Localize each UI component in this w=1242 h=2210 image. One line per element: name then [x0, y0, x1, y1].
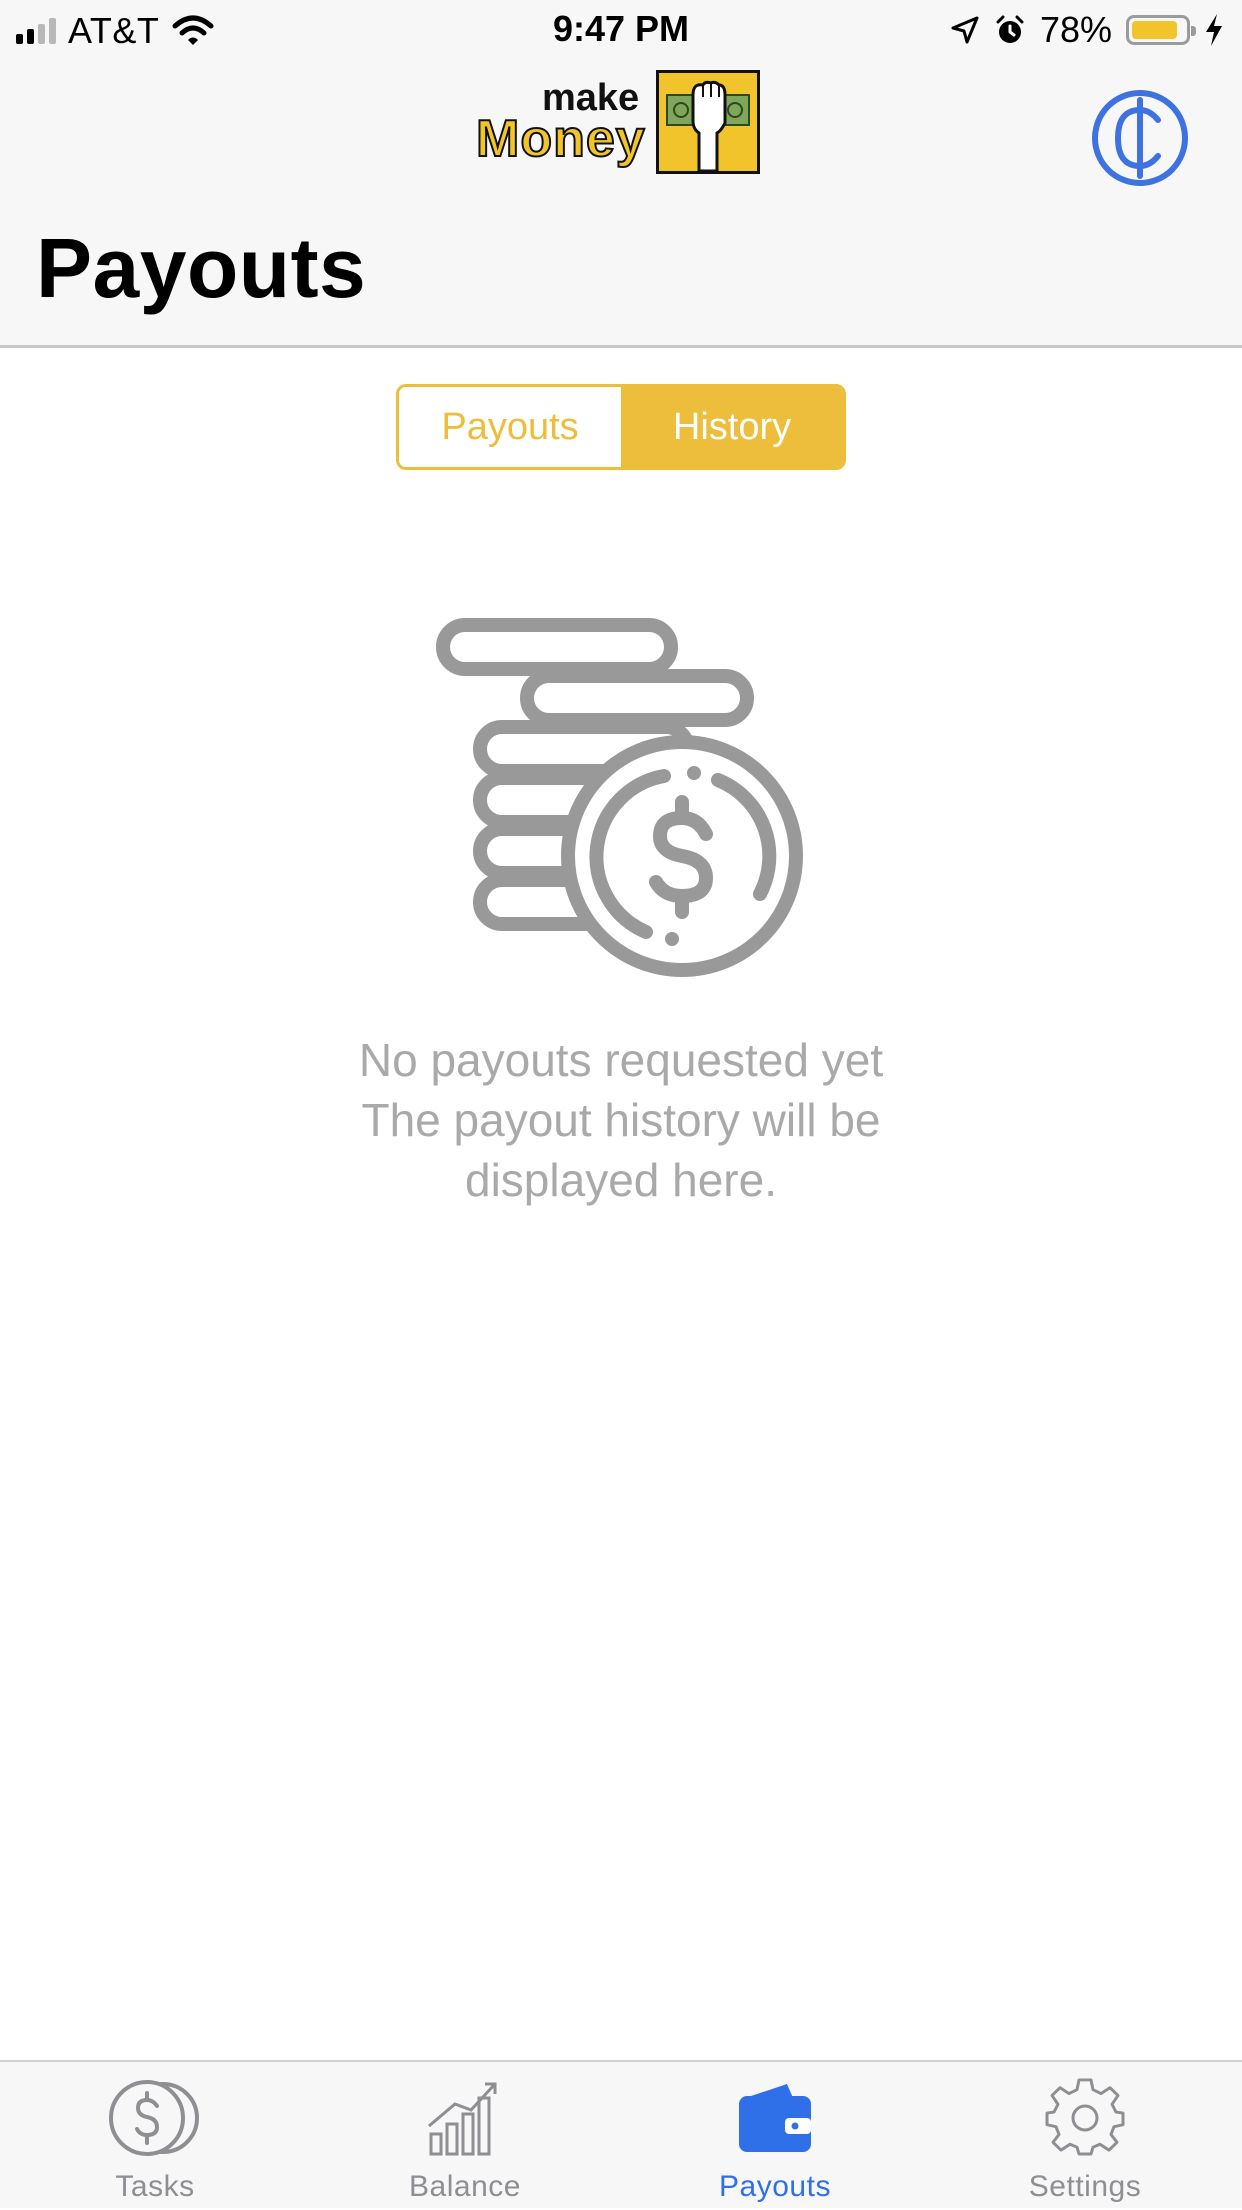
tab-label-payouts: Payouts	[719, 2170, 831, 2203]
bar-chart-icon	[428, 2082, 497, 2156]
page-title: Payouts	[36, 221, 367, 315]
payouts-history-segmented-control: Payouts History	[396, 384, 846, 470]
tab-label-balance: Balance	[409, 2170, 521, 2203]
battery-fill	[1132, 21, 1178, 39]
empty-state-subtitle-line1: The payout history will be	[361, 1094, 881, 1146]
logo-text-money: Money	[475, 109, 646, 169]
coin-stack-icon	[436, 618, 803, 977]
empty-state-message: No payouts requested yet The payout hist…	[221, 1030, 1021, 1210]
make-money-logo: make Money	[475, 65, 766, 175]
alarm-icon	[996, 15, 1024, 43]
battery-icon	[1126, 15, 1196, 45]
wallet-icon	[739, 2084, 811, 2152]
empty-state-title: No payouts requested yet	[358, 1034, 884, 1086]
segment-payouts[interactable]: Payouts	[399, 387, 621, 467]
tab-settings[interactable]: Settings	[930, 2062, 1240, 2210]
status-right: 78%	[950, 8, 1224, 52]
empty-state-subtitle-line2: displayed here.	[465, 1154, 777, 1206]
location-arrow-icon	[951, 16, 979, 44]
tab-tasks[interactable]: Tasks	[0, 2062, 310, 2210]
coins-icon	[109, 2080, 199, 2156]
fist-money-icon	[656, 70, 760, 174]
cedi-currency-button[interactable]	[1090, 88, 1190, 188]
battery-percent: 78%	[1039, 9, 1112, 50]
tab-label-tasks: Tasks	[115, 2170, 195, 2203]
status-bar: AT&T 9:47 PM 78%	[0, 0, 1242, 60]
segment-history[interactable]: History	[621, 387, 843, 467]
tab-label-settings: Settings	[1028, 2170, 1142, 2203]
nav-header: make Money Payouts	[0, 60, 1242, 348]
cedi-sign-icon	[1092, 90, 1188, 186]
gear-icon	[1045, 2078, 1125, 2156]
tab-bar: Tasks Balance Payouts Settings	[0, 2060, 1242, 2208]
tab-balance[interactable]: Balance	[310, 2062, 620, 2210]
charging-bolt-icon	[1206, 14, 1222, 46]
tab-payouts[interactable]: Payouts	[620, 2062, 930, 2210]
